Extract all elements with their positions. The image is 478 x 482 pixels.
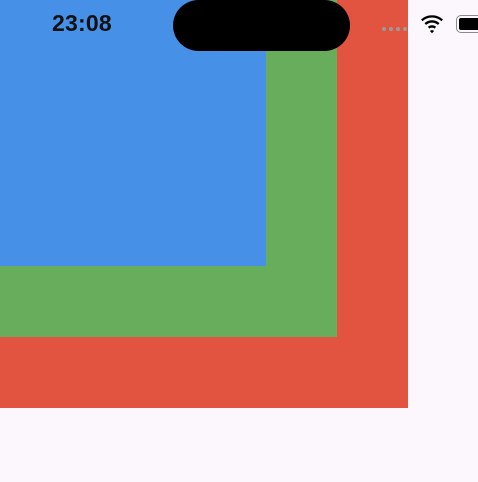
battery-icon bbox=[456, 15, 478, 33]
status-time: 23:08 bbox=[52, 10, 112, 36]
wifi-icon bbox=[421, 15, 443, 34]
status-bar: 23:08 bbox=[0, 0, 478, 52]
dynamic-island bbox=[173, 0, 350, 51]
cellular-signal-icon bbox=[382, 27, 407, 31]
